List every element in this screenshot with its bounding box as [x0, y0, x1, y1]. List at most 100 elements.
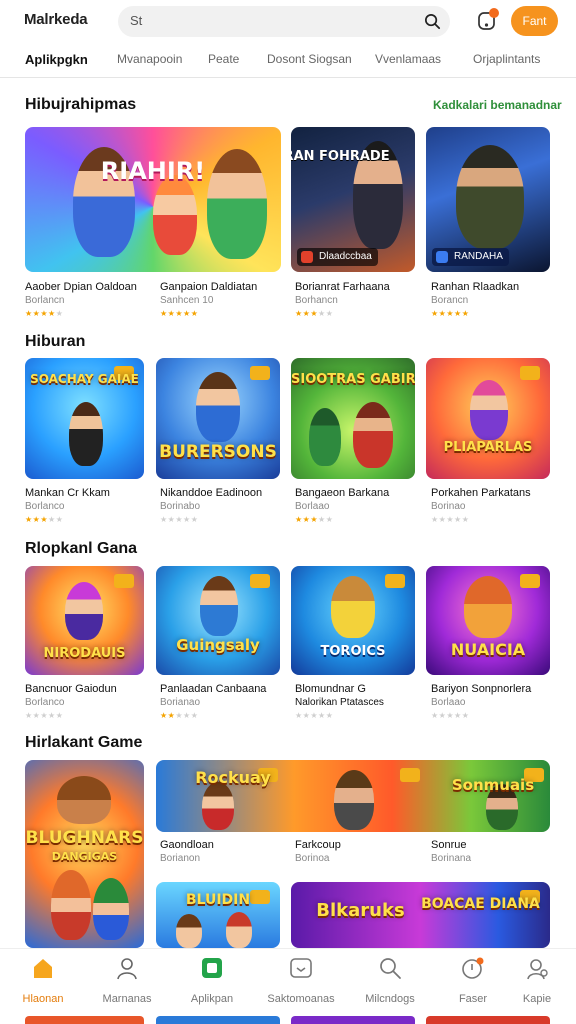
app-icon: [202, 958, 222, 978]
game-banner-strip: Rockuay Sonmuais: [156, 760, 550, 832]
app-name[interactable]: Bangaeon Barkana: [295, 487, 389, 499]
rating-stars: ★★★★★: [25, 309, 64, 318]
app-name[interactable]: Farkcoup: [295, 839, 341, 851]
app-name[interactable]: Mankan Cr Kkam: [25, 487, 110, 499]
rating-stars: ★★★★★: [431, 515, 470, 524]
app-developer: Borancn: [431, 295, 469, 306]
tray-icon: [290, 958, 312, 978]
badge-icon: [520, 366, 540, 380]
character-art: [226, 912, 252, 948]
game-art-title: NUAICIA: [450, 640, 526, 659]
app-developer: Borianon: [160, 853, 201, 864]
cta-button[interactable]: Fant: [511, 6, 558, 36]
character-art: [57, 776, 111, 824]
rating-stars: ★★★★★: [25, 515, 64, 524]
home-icon: [34, 959, 52, 978]
badge-icon: [250, 366, 270, 380]
app-tile[interactable]: SIOOTRAS GABIRI: [291, 358, 415, 479]
tab-6[interactable]: Orjaplintants: [473, 52, 540, 66]
app-name[interactable]: Ranhan Rlaadkan: [431, 281, 519, 293]
category-tabs: Aplikpgkn Mvanapooin Peate Dosont Siogsa…: [0, 42, 576, 78]
rating-stars: ★★★★★: [160, 515, 199, 524]
app-name[interactable]: Aaober Dpian Oaldoan: [25, 281, 137, 293]
game-art-title: SOACHAY GAIAE: [30, 372, 139, 386]
nav-tray[interactable]: Saktomoanas: [265, 955, 337, 1005]
app-tile[interactable]: LERAN FOHRADE Dlaadccbaa: [291, 127, 415, 272]
character-art: [93, 878, 129, 940]
game-art-title: BLUGHNARS: [25, 828, 144, 848]
app-developer: Borinoa: [295, 853, 330, 864]
nav-apps[interactable]: Aplikpan: [176, 955, 248, 1005]
app-tile[interactable]: BLUIDIN: [156, 882, 280, 948]
character-art: [464, 576, 512, 638]
character-art: [353, 402, 393, 468]
tab-5[interactable]: Vvenlamaas: [375, 52, 441, 66]
game-art-title: BOACAE DIANA: [421, 896, 540, 912]
app-tile[interactable]: PLIAPARLAS: [426, 358, 550, 479]
app-tile[interactable]: TOROICS: [291, 566, 415, 675]
app-name[interactable]: Porkahen Parkatans: [431, 487, 531, 499]
game-logo-icon: [301, 251, 313, 263]
rating-stars: ★★★★★: [25, 711, 64, 720]
person-icon: [117, 958, 137, 980]
nav-notifications[interactable]: Faser: [437, 955, 509, 1005]
app-developer: Borinana: [431, 853, 472, 864]
app-developer: Borinabo: [160, 501, 201, 512]
game-art-title: Guingsaly: [176, 636, 260, 654]
app-name[interactable]: Sonrue: [431, 839, 466, 851]
app-name[interactable]: Ganpaion Daldiatan: [160, 281, 257, 293]
see-all-link[interactable]: Kadkalari bemanadnar: [433, 98, 562, 112]
tab-apps[interactable]: Aplikpgkn: [25, 52, 88, 67]
app-tile[interactable]: NIRODAUIS: [25, 566, 144, 675]
character-art: [69, 402, 103, 466]
character-art: [200, 576, 238, 636]
character-art: [309, 408, 341, 466]
app-name[interactable]: Blomundnar G: [295, 683, 366, 695]
rating-stars: ★★★★★: [295, 515, 334, 524]
app-developer: Nalorikan Ptatasces: [295, 697, 384, 708]
featured-game-tile[interactable]: BLUGHNARS DANGIGAS: [25, 760, 144, 948]
app-name[interactable]: Gaondloan: [160, 839, 214, 851]
nav-home[interactable]: Hlaonan: [7, 955, 79, 1005]
rating-stars: ★★★★★: [160, 711, 199, 720]
brand-title[interactable]: Malrkeda: [24, 11, 88, 28]
rating-stars: ★★★★★: [431, 309, 470, 318]
search-icon: [380, 958, 401, 979]
search-icon[interactable]: [423, 12, 442, 31]
app-name[interactable]: Bancnuor Gaiodun: [25, 683, 117, 695]
tab-3[interactable]: Peate: [208, 52, 239, 66]
character-art: [202, 782, 234, 830]
tab-2[interactable]: Mvanapooin: [117, 52, 182, 66]
nav-people[interactable]: Marnanas: [91, 955, 163, 1005]
badge-icon: [114, 574, 134, 588]
app-tile[interactable]: NUAICIA: [426, 566, 550, 675]
app-name[interactable]: Panlaadan Canbaana: [160, 683, 266, 695]
app-tile[interactable]: RANDAHA: [426, 127, 550, 272]
app-name[interactable]: Borianrat Farhaana: [295, 281, 390, 293]
app-developer: Borhancn: [295, 295, 338, 306]
nav-search[interactable]: Milcndogs: [354, 955, 426, 1005]
app-developer: Borlanco: [25, 501, 65, 512]
character-art: [470, 380, 508, 440]
app-tile[interactable]: RIAHIR!: [25, 127, 281, 272]
character-art: [331, 576, 375, 638]
app-name[interactable]: Nikanddoe Eadinoon: [160, 487, 262, 499]
app-tile[interactable]: BURERSONS: [156, 358, 280, 479]
search-bar[interactable]: St: [118, 6, 450, 37]
app-tile[interactable]: Guingsaly: [156, 566, 280, 675]
app-tile[interactable]: SOACHAY GAIAE: [25, 358, 144, 479]
nav-profile[interactable]: Kapie: [501, 955, 573, 1005]
app-tile[interactable]: Blkaruks BOACAE DIANA: [291, 882, 550, 948]
profile-icon: [527, 959, 548, 980]
character-art: [176, 914, 202, 948]
app-name[interactable]: Bariyon Sonpnorlera: [431, 683, 531, 695]
tab-4[interactable]: Dosont Siogsan: [267, 52, 352, 66]
game-art-title: PLIAPARLAS: [443, 440, 533, 455]
character-art: [456, 145, 524, 249]
search-input[interactable]: St: [130, 13, 142, 28]
badge-icon: [520, 574, 540, 588]
character-art: [153, 175, 197, 255]
app-developer: Borlaao: [431, 697, 466, 708]
notification-icon: [462, 957, 484, 979]
game-art-title: BURERSONS: [159, 442, 277, 462]
